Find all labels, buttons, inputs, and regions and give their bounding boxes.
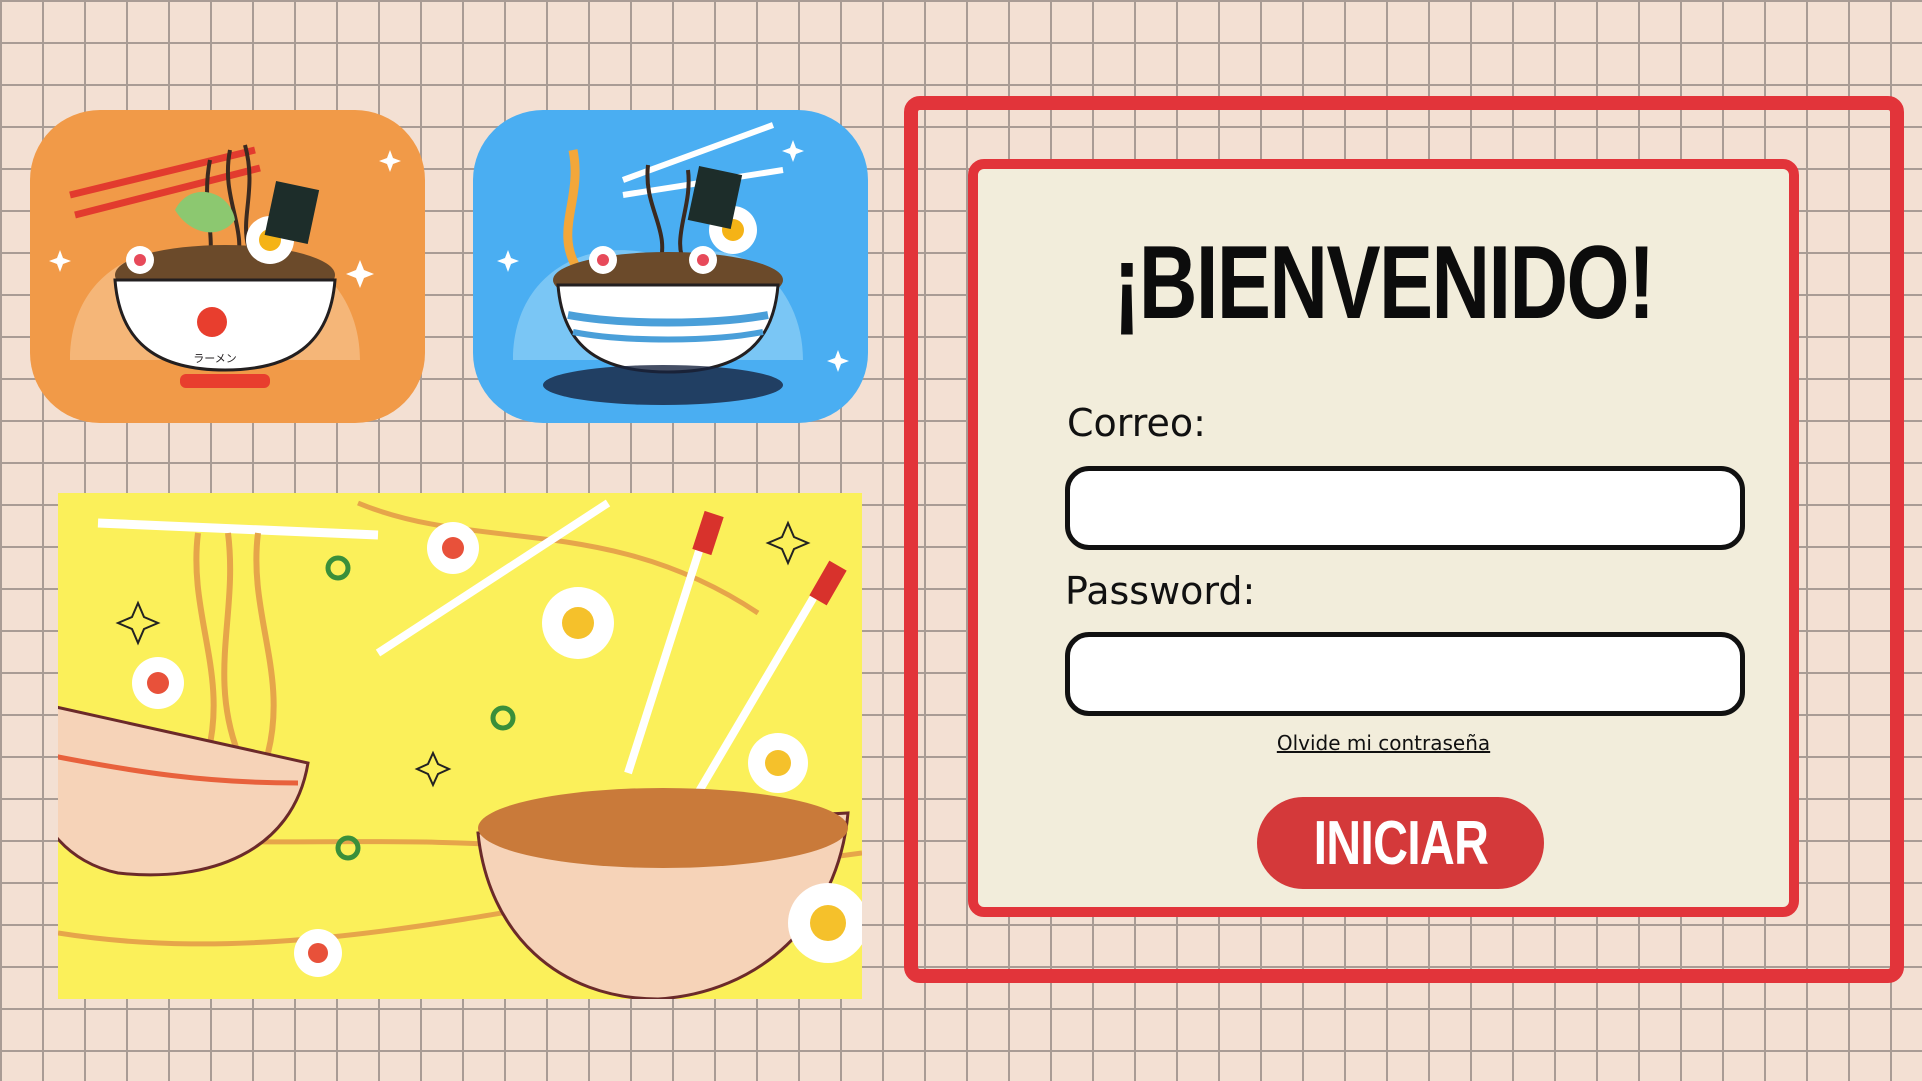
bowl-label: ラーメン: [193, 352, 237, 365]
ramen-tile-blue: [473, 110, 868, 423]
login-card: ¡BIENVENIDO! Correo: Password: Olvide mi…: [968, 159, 1799, 917]
ramen-bowl-illustration: ラーメン: [49, 144, 401, 388]
email-label: Correo:: [1067, 401, 1206, 445]
forgot-password-row: Olvide mi contraseña: [978, 731, 1789, 755]
password-label: Password:: [1065, 569, 1256, 613]
ramen-bowl-tempura-illustration: [497, 122, 849, 405]
login-button-label: INICIAR: [1313, 808, 1488, 878]
ramen-banner: [58, 493, 862, 999]
ramen-noodles-pattern-illustration: [58, 499, 862, 999]
password-field[interactable]: [1065, 632, 1745, 716]
welcome-title: ¡BIENVENIDO!: [1113, 225, 1655, 341]
email-field[interactable]: [1065, 466, 1745, 550]
login-button[interactable]: INICIAR: [1257, 797, 1544, 889]
ramen-tile-orange: ラーメン: [30, 110, 425, 423]
forgot-password-link[interactable]: Olvide mi contraseña: [1277, 731, 1490, 755]
